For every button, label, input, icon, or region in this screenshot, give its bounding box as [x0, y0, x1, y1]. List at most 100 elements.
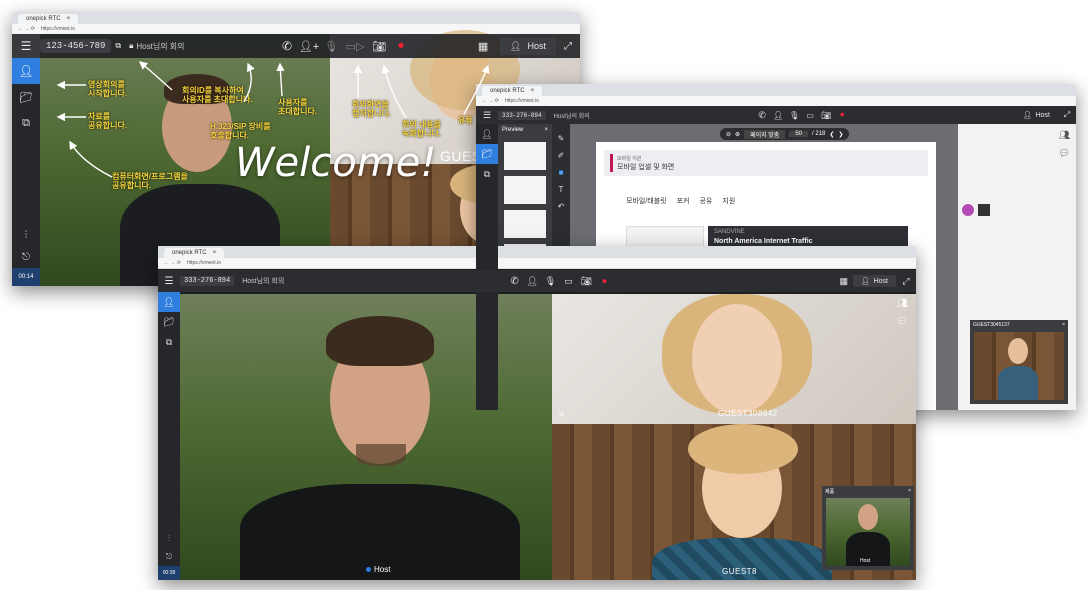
- fullscreen-icon[interactable]: ⤢: [1058, 110, 1076, 120]
- doc-links: 모바일/태블릿 포커 공유 지원: [626, 196, 936, 206]
- layout-grid-icon[interactable]: ▦: [472, 40, 494, 53]
- address-bar[interactable]: ← → ⟳ https://vmeet.io: [158, 258, 916, 269]
- preview-thumb[interactable]: [504, 176, 546, 204]
- sip-call-icon[interactable]: ✆: [506, 276, 524, 287]
- url-text: https://vmeet.io: [40, 26, 75, 32]
- zoom-out-icon[interactable]: ⊖: [726, 131, 731, 138]
- meeting-title: Host님의 회의: [136, 41, 185, 51]
- room-number[interactable]: 333-276-894: [498, 110, 546, 120]
- left-sidebar: 👤︎ 📁︎ ⧉ ⫶ ⎋ 00:14: [12, 58, 40, 286]
- doc-link[interactable]: 모바일/태블릿: [626, 196, 667, 206]
- capture-icon[interactable]: 📷︎: [578, 276, 596, 287]
- nav-icons[interactable]: ← → ⟳: [482, 98, 499, 104]
- nav-icons[interactable]: ← → ⟳: [18, 26, 35, 32]
- room-number[interactable]: 123-456-789: [40, 39, 112, 53]
- close-icon[interactable]: ×: [544, 127, 548, 133]
- close-icon[interactable]: ×: [531, 86, 535, 96]
- zoom-in-icon[interactable]: ⊕: [735, 131, 740, 138]
- mic-icon[interactable]: 🎙︎: [786, 111, 802, 120]
- sidebar-screenshare-button[interactable]: ⧉: [12, 110, 40, 136]
- folder-icon: 📁︎: [163, 316, 175, 327]
- doc-link[interactable]: 공유: [699, 196, 712, 206]
- menu-icon[interactable]: ☰: [476, 110, 498, 121]
- undo-icon[interactable]: ↶: [558, 202, 565, 211]
- sidebar-video-button[interactable]: 👤︎: [158, 292, 180, 312]
- sip-call-icon[interactable]: ✆: [276, 39, 298, 53]
- page-input[interactable]: 50: [789, 131, 809, 137]
- mic-icon[interactable]: 🎙︎: [542, 276, 560, 287]
- user-chip[interactable]: 👤︎ Host: [852, 275, 896, 287]
- menu-icon[interactable]: ☰: [158, 276, 180, 287]
- camera-icon[interactable]: ▭: [802, 111, 818, 120]
- doc-banner-title: 모바일 업셀 및 화면: [617, 163, 675, 171]
- close-icon[interactable]: ×: [67, 14, 71, 24]
- doc-link[interactable]: 지원: [722, 196, 735, 206]
- close-icon[interactable]: ×: [1062, 322, 1065, 328]
- copy-icon[interactable]: ⧉: [115, 41, 121, 51]
- user-chip[interactable]: 👤︎ Host: [1015, 111, 1058, 120]
- close-icon[interactable]: ×: [213, 248, 217, 258]
- sidebar-files-button[interactable]: 📁︎: [476, 144, 498, 164]
- sidebar-screenshare-button[interactable]: ⧉: [158, 332, 180, 352]
- add-user-icon[interactable]: 👤︎+: [298, 40, 320, 53]
- sidebar-video-button[interactable]: 👤︎: [12, 58, 40, 84]
- lock-icon: 🔒︎: [129, 41, 134, 50]
- screen-button[interactable]: [978, 204, 990, 216]
- capture-icon[interactable]: 📷︎: [368, 40, 390, 53]
- room-number[interactable]: 333-276-894: [180, 276, 235, 286]
- highlighter-icon[interactable]: ✐: [558, 151, 565, 160]
- text-icon[interactable]: T: [559, 185, 564, 194]
- browser-tab[interactable]: onepick RTC ×: [482, 86, 543, 96]
- browser-tab[interactable]: onepick RTC ×: [18, 14, 79, 24]
- pen-icon[interactable]: ✎: [558, 134, 565, 143]
- sidebar-files-button[interactable]: 📁︎: [158, 312, 180, 332]
- sliders-icon: ⫶: [24, 229, 28, 241]
- chat-icon[interactable]: 💬︎: [897, 316, 908, 327]
- close-icon[interactable]: ×: [908, 488, 911, 494]
- camera-icon[interactable]: ▭▷: [342, 40, 368, 53]
- preview-thumb[interactable]: [504, 142, 546, 170]
- fullscreen-icon[interactable]: ⤢: [896, 276, 916, 287]
- capture-icon[interactable]: 📷︎: [818, 111, 834, 120]
- exit-button[interactable]: ⎋: [12, 246, 40, 268]
- camera-icon[interactable]: ▭: [560, 276, 578, 287]
- participants-icon[interactable]: 👥︎: [1059, 130, 1070, 141]
- sidebar-video-button[interactable]: 👤︎: [476, 124, 498, 144]
- record-icon[interactable]: ⏺: [834, 110, 850, 120]
- participants-icon[interactable]: 👥︎: [897, 298, 908, 309]
- settings-button[interactable]: ⫶: [12, 224, 40, 246]
- record-icon[interactable]: ⏺: [390, 40, 412, 53]
- self-pip[interactable]: 제품 × Host: [822, 486, 914, 570]
- prev-page-icon[interactable]: ❮: [829, 131, 834, 138]
- doc-link[interactable]: 포커: [677, 196, 690, 206]
- pin-icon[interactable]: ⇲: [558, 410, 564, 418]
- next-page-icon[interactable]: ❯: [838, 131, 843, 138]
- settings-button[interactable]: ⫶: [158, 530, 180, 548]
- presenter-controls: [962, 204, 990, 216]
- user-chip[interactable]: 👤︎ Host: [500, 37, 556, 55]
- add-user-icon[interactable]: 👤︎: [524, 276, 542, 287]
- note-start-meeting: 영상회의를 시작합니다.: [88, 80, 128, 98]
- menu-icon[interactable]: ☰: [12, 39, 40, 53]
- mic-icon[interactable]: 🎙︎: [320, 40, 342, 53]
- guest-pip[interactable]: GUEST3045137 ×: [970, 320, 1068, 404]
- sidebar-files-button[interactable]: 📁︎: [12, 84, 40, 110]
- fullscreen-icon[interactable]: ⤢: [556, 41, 580, 52]
- timer: 00:38: [158, 566, 180, 580]
- mic-button[interactable]: [962, 204, 974, 216]
- exit-button[interactable]: ⎋: [158, 548, 180, 566]
- conference-icon: 👤︎: [18, 64, 34, 78]
- preview-thumb[interactable]: [504, 210, 546, 238]
- nav-icons[interactable]: ← → ⟳: [164, 260, 181, 266]
- shape-icon[interactable]: ■: [559, 168, 564, 177]
- layout-grid-icon[interactable]: ▦: [835, 276, 853, 287]
- zoom-select[interactable]: 페이지 맞춤: [744, 129, 786, 139]
- chat-icon[interactable]: 💬︎: [1059, 148, 1070, 159]
- record-icon[interactable]: ⏺: [596, 276, 614, 287]
- sip-call-icon[interactable]: ✆: [754, 110, 770, 121]
- conference-icon: 👤︎: [163, 296, 175, 307]
- sidebar-screenshare-button[interactable]: ⧉: [476, 164, 498, 184]
- add-user-icon[interactable]: 👤︎: [770, 111, 786, 120]
- browser-tab[interactable]: onepick RTC ×: [164, 248, 225, 258]
- host-name: Host: [374, 565, 391, 574]
